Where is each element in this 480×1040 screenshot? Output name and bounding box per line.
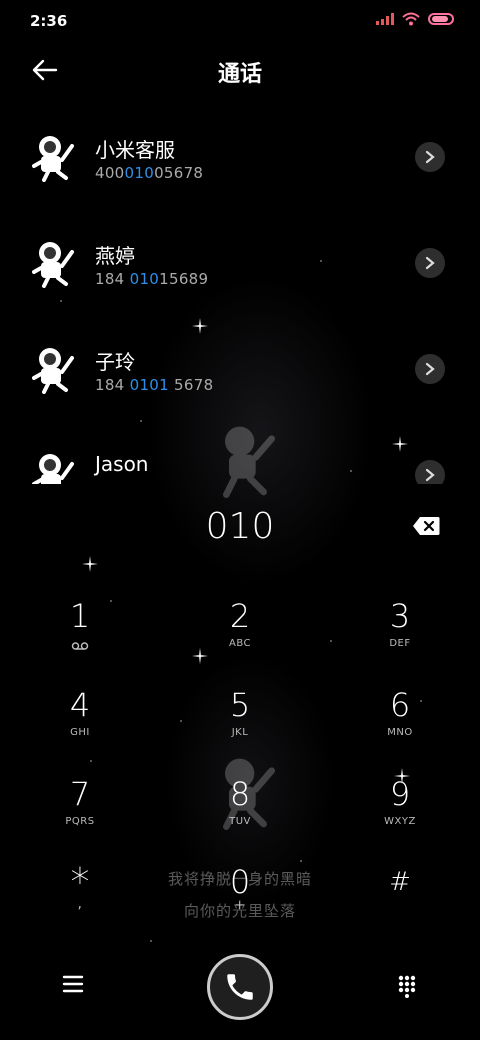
wifi-icon <box>402 12 420 26</box>
key-8[interactable]: 8 TUV <box>175 774 305 854</box>
header: 通话 <box>0 50 480 90</box>
menu-icon[interactable] <box>62 974 84 994</box>
key-7[interactable]: 7 PQRS <box>15 774 145 854</box>
contact-details-button[interactable] <box>415 142 445 172</box>
contact-number: 40001005678 <box>95 164 204 182</box>
contact-name: 燕婷 <box>95 244 135 268</box>
contact-details-button[interactable] <box>415 460 445 484</box>
contact-number: 184 0101 5678 <box>95 376 214 394</box>
contact-details-button[interactable] <box>415 248 445 278</box>
status-bar: 2:36 <box>0 0 480 42</box>
contact-list: 小米客服 40001005678 燕婷 184 01015689 子玲 184 … <box>0 104 480 484</box>
contact-name: 子玲 <box>95 350 135 374</box>
key-hash[interactable]: # <box>335 862 465 942</box>
key-2[interactable]: 2 ABC <box>175 596 305 676</box>
key-0[interactable]: 0 + <box>175 862 305 942</box>
status-time: 2:36 <box>30 12 68 30</box>
battery-icon <box>428 13 454 25</box>
contact-name: Jason <box>95 452 149 476</box>
contact-row[interactable]: 小米客服 40001005678 <box>0 104 480 210</box>
dialed-number: 010 <box>205 506 275 547</box>
chevron-right-icon <box>425 150 435 164</box>
call-button[interactable] <box>207 954 273 1020</box>
page-title: 通话 <box>217 62 262 87</box>
phone-icon <box>227 974 253 1000</box>
astronaut-avatar-icon <box>32 242 74 288</box>
key-6[interactable]: 6 MNO <box>335 685 465 765</box>
chevron-right-icon <box>425 256 435 270</box>
contact-row[interactable]: Jason <box>0 422 480 484</box>
key-1[interactable]: 1 <box>15 596 145 676</box>
astronaut-avatar-icon <box>32 454 74 484</box>
contact-row[interactable]: 子玲 184 0101 5678 <box>0 316 480 422</box>
contact-details-button[interactable] <box>415 354 445 384</box>
key-9[interactable]: 9 WXYZ <box>335 774 465 854</box>
chevron-right-icon <box>425 468 435 482</box>
backspace-icon[interactable] <box>412 516 440 536</box>
contact-row[interactable]: 燕婷 184 01015689 <box>0 210 480 316</box>
keypad-icon[interactable] <box>397 974 417 998</box>
contact-name: 小米客服 <box>95 138 175 162</box>
astronaut-avatar-icon <box>32 348 74 394</box>
voicemail-icon <box>71 642 89 650</box>
signal-icon <box>376 13 394 25</box>
contact-number: 184 01015689 <box>95 270 209 288</box>
key-3[interactable]: 3 DEF <box>335 596 465 676</box>
key-4[interactable]: 4 GHI <box>15 685 145 765</box>
chevron-right-icon <box>425 362 435 376</box>
key-5[interactable]: 5 JKL <box>175 685 305 765</box>
key-star[interactable]: * , <box>15 862 145 942</box>
astronaut-avatar-icon <box>32 136 74 182</box>
